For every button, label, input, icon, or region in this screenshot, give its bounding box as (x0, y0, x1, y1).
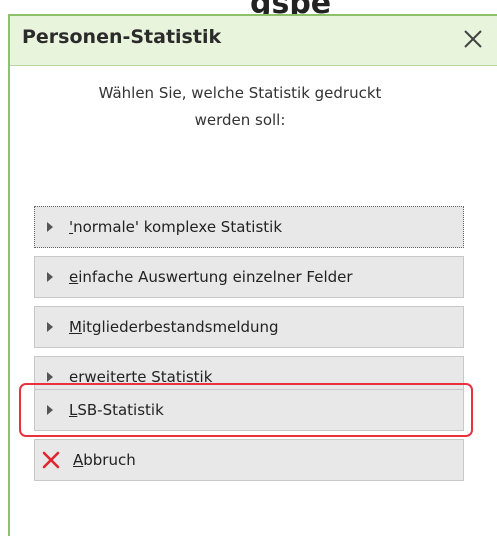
triangle-right-icon (47, 372, 53, 382)
triangle-right-icon (47, 322, 53, 332)
cancel-button[interactable]: Abbruch (34, 439, 464, 481)
close-x-icon (42, 451, 60, 469)
option-label: LSB-Statistik (69, 401, 164, 419)
close-icon (464, 30, 482, 48)
dialog-titlebar: Personen-Statistik (10, 16, 497, 66)
triangle-right-icon (47, 405, 53, 415)
option-normale-komplexe-statistik[interactable]: 'normale' komplexe Statistik (34, 206, 464, 248)
option-label: 'normale' komplexe Statistik (69, 218, 283, 236)
close-button[interactable] (456, 22, 490, 56)
dialog-title: Personen-Statistik (22, 26, 222, 48)
option-lsb-statistik[interactable]: LSB-Statistik (34, 389, 464, 431)
option-einfache-auswertung[interactable]: einfache Auswertung einzelner Felder (34, 256, 464, 298)
dialog-prompt: Wählen Sie, welche Statistik gedruckt we… (98, 84, 382, 129)
triangle-right-icon (47, 272, 53, 282)
cancel-label: Abbruch (73, 451, 136, 469)
option-label: erweiterte Statistik (69, 368, 213, 386)
option-mitgliederbestandsmeldung[interactable]: Mitgliederbestandsmeldung (34, 306, 464, 348)
triangle-right-icon (47, 222, 53, 232)
option-label: einfache Auswertung einzelner Felder (69, 268, 353, 286)
option-label: Mitgliederbestandsmeldung (69, 318, 279, 336)
